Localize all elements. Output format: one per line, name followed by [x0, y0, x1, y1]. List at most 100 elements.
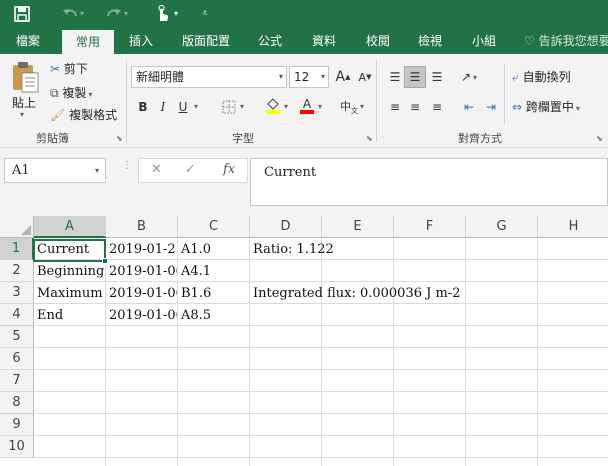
fill-color-dropdown-icon[interactable]: ▾ [284, 102, 288, 111]
touch-mode-icon[interactable] [152, 4, 172, 24]
cell-a3[interactable]: Maximum [34, 282, 105, 304]
column-header-g[interactable]: G [466, 216, 538, 238]
grow-font-button[interactable]: A ▲ [332, 66, 354, 88]
phonetic-dropdown-icon[interactable]: ▾ [360, 102, 364, 111]
cell-b2[interactable]: 2019-01-06 [106, 260, 177, 282]
cell-b4[interactable]: 2019-01-06 [106, 304, 177, 326]
row-header-10[interactable]: 10 [0, 436, 34, 458]
formula-input[interactable]: Current [250, 158, 608, 206]
orientation-button[interactable]: ↗ ▾ [458, 66, 480, 88]
grow-font-icon: A [335, 69, 346, 85]
fill-color-button[interactable] [262, 94, 284, 116]
align-left-icon: ≡ [389, 100, 401, 114]
tell-me-text: 告訴我您想要 [538, 34, 608, 48]
row-header-8[interactable]: 8 [0, 392, 34, 414]
copy-button[interactable]: ⧉ 複製 ▾ [50, 84, 92, 101]
formula-bar-grip-icon[interactable]: ⋮ [122, 161, 132, 179]
font-size-combo[interactable]: 12 ▾ [289, 66, 329, 88]
cell-c3[interactable]: B1.6 [178, 282, 249, 304]
row-header-9[interactable]: 9 [0, 414, 34, 436]
align-middle-button[interactable]: ☰ [404, 66, 426, 88]
save-icon[interactable] [12, 4, 32, 24]
row-header-7[interactable]: 7 [0, 370, 34, 392]
align-center-button[interactable]: ≡ [404, 96, 426, 118]
cell-d3[interactable]: Integrated flux: 0.000036 J m-2 [250, 282, 460, 304]
cell-c2[interactable]: A4.1 [178, 260, 249, 282]
column-header-a[interactable]: A [34, 216, 106, 238]
decrease-indent-button[interactable]: ⇤ [458, 96, 480, 118]
insert-function-icon[interactable]: fx [223, 162, 235, 177]
enter-icon[interactable]: ✓ [185, 162, 196, 177]
column-header-e[interactable]: E [322, 216, 394, 238]
redo-dropdown-icon[interactable]: ▾ [124, 4, 128, 24]
cell-a4[interactable]: End [34, 304, 105, 326]
align-top-button[interactable]: ☰ [384, 66, 406, 88]
gridline [249, 238, 250, 466]
tab-formulas[interactable]: 公式 [250, 28, 290, 54]
row-header-4[interactable]: 4 [0, 304, 34, 326]
tab-data[interactable]: 資料 [302, 28, 346, 54]
tab-insert[interactable]: 插入 [120, 28, 162, 54]
cell-b3[interactable]: 2019-01-06 [106, 282, 177, 304]
alignment-launcher-icon[interactable]: ⬊ [596, 134, 603, 143]
tab-file[interactable]: 檔案 [6, 28, 50, 54]
tell-me-box[interactable]: ♡ 告訴我您想要 [524, 28, 608, 54]
format-painter-button[interactable]: 🖌 複製格式 [50, 106, 117, 123]
merge-center-button[interactable]: ⇔ 跨欄置中 ▾ [512, 98, 580, 115]
font-color-button[interactable]: A [296, 94, 318, 116]
column-header-c[interactable]: C [178, 216, 250, 238]
column-header-d[interactable]: D [250, 216, 322, 238]
name-box[interactable]: A1 ▾ [4, 158, 106, 183]
undo-dropdown-icon[interactable]: ▾ [80, 4, 84, 24]
borders-button[interactable] [218, 96, 240, 118]
undo-icon[interactable] [60, 4, 80, 24]
touch-dropdown-icon[interactable]: ▾ [174, 4, 178, 24]
row-header-6[interactable]: 6 [0, 348, 34, 370]
align-left-button[interactable]: ≡ [384, 96, 406, 118]
shrink-font-button[interactable]: A ▼ [354, 66, 376, 88]
column-header-f[interactable]: F [394, 216, 466, 238]
ribbon: 貼上 ▾ ✂ 剪下 ⧉ 複製 ▾ 🖌 複製格式 剪貼簿 ⬊ 新細明體 ▾ 12 ▾ A… [0, 54, 608, 148]
select-all-corner[interactable] [0, 216, 34, 238]
increase-indent-button[interactable]: ⇥ [480, 96, 502, 118]
underline-dropdown-icon[interactable]: ▾ [194, 102, 198, 111]
borders-dropdown-icon[interactable]: ▾ [240, 102, 244, 111]
fill-handle[interactable] [102, 258, 108, 264]
column-header-h[interactable]: H [538, 216, 608, 238]
redo-icon[interactable] [104, 4, 124, 24]
phonetic-button[interactable]: 中文 [338, 96, 360, 118]
clipboard-launcher-icon[interactable]: ⬊ [116, 134, 123, 143]
tab-home[interactable]: 常用 [62, 30, 114, 54]
wrap-text-button[interactable]: ⤶ 自動換列 [512, 68, 571, 85]
tab-review[interactable]: 校閱 [356, 28, 400, 54]
tab-page-layout[interactable]: 版面配置 [172, 28, 240, 54]
cut-button[interactable]: ✂ 剪下 [50, 60, 88, 77]
cell-b1[interactable]: 2019-01-2 [106, 238, 177, 260]
cell-c1[interactable]: A1.0 [178, 238, 249, 260]
row-header-2[interactable]: 2 [0, 260, 34, 282]
align-bottom-button[interactable]: ☰ [426, 66, 448, 88]
italic-button[interactable]: I [152, 96, 174, 118]
align-right-icon: ≡ [431, 100, 443, 114]
paste-button[interactable]: 貼上 [12, 94, 36, 111]
cell-d1[interactable]: Ratio: 1.122 [250, 238, 334, 260]
font-color-dropdown-icon[interactable]: ▾ [318, 102, 322, 111]
tab-team[interactable]: 小組 [462, 28, 506, 54]
column-header-b[interactable]: B [106, 216, 178, 238]
customize-toolbar-icon[interactable]: ⩡ [202, 4, 208, 24]
font-launcher-icon[interactable]: ⬊ [366, 134, 373, 143]
align-right-button[interactable]: ≡ [426, 96, 448, 118]
gridline [34, 413, 608, 414]
font-name-combo[interactable]: 新細明體 ▾ [131, 66, 287, 88]
row-header-5[interactable]: 5 [0, 326, 34, 348]
paste-dropdown-icon[interactable]: ▾ [20, 110, 24, 119]
bold-button[interactable]: B [132, 96, 154, 118]
paste-icon[interactable] [10, 60, 40, 94]
tab-view[interactable]: 檢視 [408, 28, 452, 54]
cell-a2[interactable]: Beginning [34, 260, 105, 282]
cancel-icon[interactable]: ✕ [151, 162, 162, 177]
cell-c4[interactable]: A8.5 [178, 304, 249, 326]
row-header-1[interactable]: 1 [0, 238, 34, 260]
row-header-3[interactable]: 3 [0, 282, 34, 304]
underline-button[interactable]: U [172, 96, 194, 118]
